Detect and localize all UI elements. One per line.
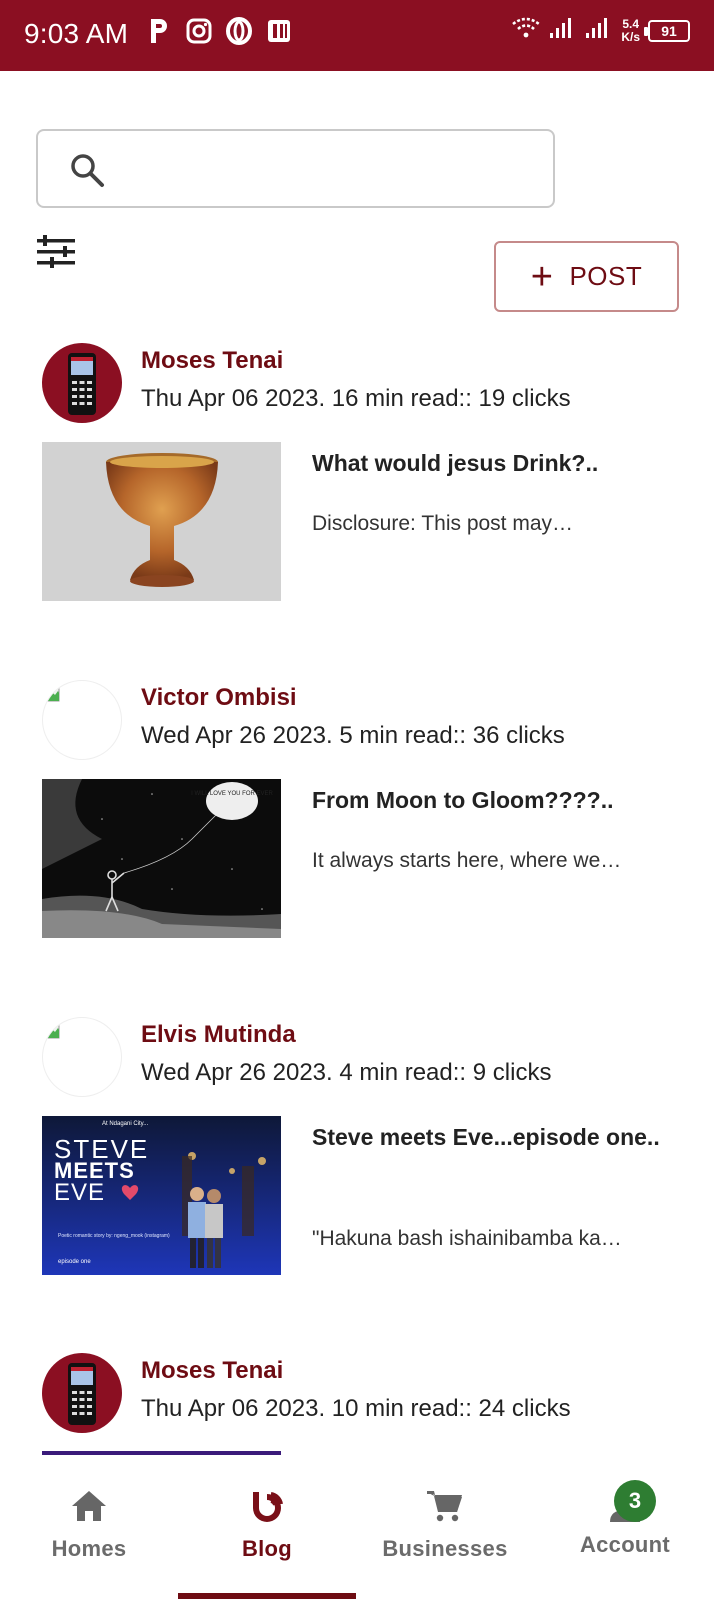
post-author[interactable]: Moses Tenai — [141, 1357, 283, 1385]
post-title[interactable]: Steve meets Eve...episode one.. — [312, 1117, 672, 1157]
network-speed-unit: K/s — [621, 29, 640, 44]
battery-icon: 91 — [644, 19, 690, 42]
battery-level: 91 — [661, 22, 677, 39]
author-avatar[interactable] — [42, 343, 122, 423]
plus-icon: + — [530, 255, 554, 298]
notification-icons — [146, 16, 292, 46]
opera-icon — [226, 16, 252, 46]
nav-businesses[interactable]: Businesses — [356, 1460, 534, 1590]
new-post-button[interactable]: + POST — [494, 241, 679, 312]
thumbnail-text-top: At Ndagani City... — [102, 1121, 149, 1127]
search-input[interactable] — [118, 145, 538, 193]
search-icon — [68, 151, 108, 191]
thumbnail-balloon-text: I WILL LOVE YOU FOR EVER — [191, 791, 273, 797]
author-avatar[interactable] — [42, 1017, 122, 1097]
post-meta: Wed Apr 26 2023. 5 min read:: 36 clicks — [141, 722, 565, 749]
post-meta: Thu Apr 06 2023. 10 min read:: 24 clicks — [141, 1395, 571, 1422]
network-speed-value: 5.4 — [622, 16, 639, 31]
blog-icon — [247, 1488, 287, 1524]
broken-image-icon — [45, 1023, 60, 1039]
author-avatar[interactable] — [42, 1353, 122, 1433]
nav-account[interactable]: Account — [536, 1460, 714, 1590]
network-speed: 5.4 K/s — [621, 16, 640, 44]
active-tab-indicator — [178, 1593, 356, 1599]
post-thumbnail[interactable] — [42, 442, 281, 601]
post-author[interactable]: Victor Ombisi — [141, 684, 297, 712]
nav-account-label: Account — [579, 1532, 671, 1557]
post-excerpt: Disclosure: This post may… — [312, 512, 574, 535]
nav-businesses-label: Businesses — [382, 1536, 508, 1561]
search-box[interactable] — [36, 129, 555, 208]
author-avatar[interactable] — [42, 680, 122, 760]
instagram-icon — [186, 16, 212, 46]
status-bar: 9:03 AM 5.4 K/s 91 — [0, 0, 714, 71]
post-title[interactable]: From Moon to Gloom????.. — [312, 780, 672, 820]
broken-image-icon — [45, 686, 60, 702]
nav-blog[interactable]: Blog — [178, 1460, 356, 1590]
p-app-icon — [146, 16, 172, 46]
signal-icon-2 — [585, 16, 613, 45]
post-excerpt: It always starts here, where we… — [312, 849, 622, 872]
post-title[interactable]: What would jesus Drink?.. — [312, 443, 672, 483]
filter-icon[interactable] — [35, 234, 77, 270]
thumbnail-caption: Poetic romantic story by: ngeng_mook (in… — [58, 1233, 170, 1239]
wifi-icon — [511, 16, 541, 45]
post-excerpt: "Hakuna bash ishainibamba ka… — [312, 1227, 622, 1250]
signal-icon-1 — [549, 16, 577, 45]
nav-homes[interactable]: Homes — [0, 1460, 178, 1590]
thumbnail-edge — [42, 1451, 281, 1455]
post-author[interactable]: Moses Tenai — [141, 347, 283, 375]
post-meta: Wed Apr 26 2023. 4 min read:: 9 clicks — [141, 1059, 552, 1086]
bottom-navigation: Homes Blog Businesses Account 3 — [0, 1460, 714, 1599]
home-icon — [69, 1488, 109, 1524]
status-time: 9:03 AM — [24, 18, 129, 49]
thumbnail-footer: episode one — [58, 1259, 91, 1265]
cart-icon — [425, 1488, 465, 1524]
status-indicators: 5.4 K/s 91 — [511, 16, 690, 45]
post-thumbnail[interactable]: At Ndagani City... STEVE MEETS EVE Poeti… — [42, 1116, 281, 1275]
nav-homes-label: Homes — [51, 1536, 127, 1561]
post-thumbnail[interactable]: I WILL LOVE YOU FOR EVER — [42, 779, 281, 938]
reader-app-icon — [266, 16, 292, 46]
post-author[interactable]: Elvis Mutinda — [141, 1021, 296, 1049]
post-meta: Thu Apr 06 2023. 16 min read:: 19 clicks — [141, 385, 571, 412]
post-button-label: POST — [569, 261, 643, 291]
nav-blog-label: Blog — [241, 1536, 293, 1561]
account-badge: 3 — [614, 1480, 656, 1522]
thumbnail-text-eve: EVE — [54, 1179, 105, 1206]
